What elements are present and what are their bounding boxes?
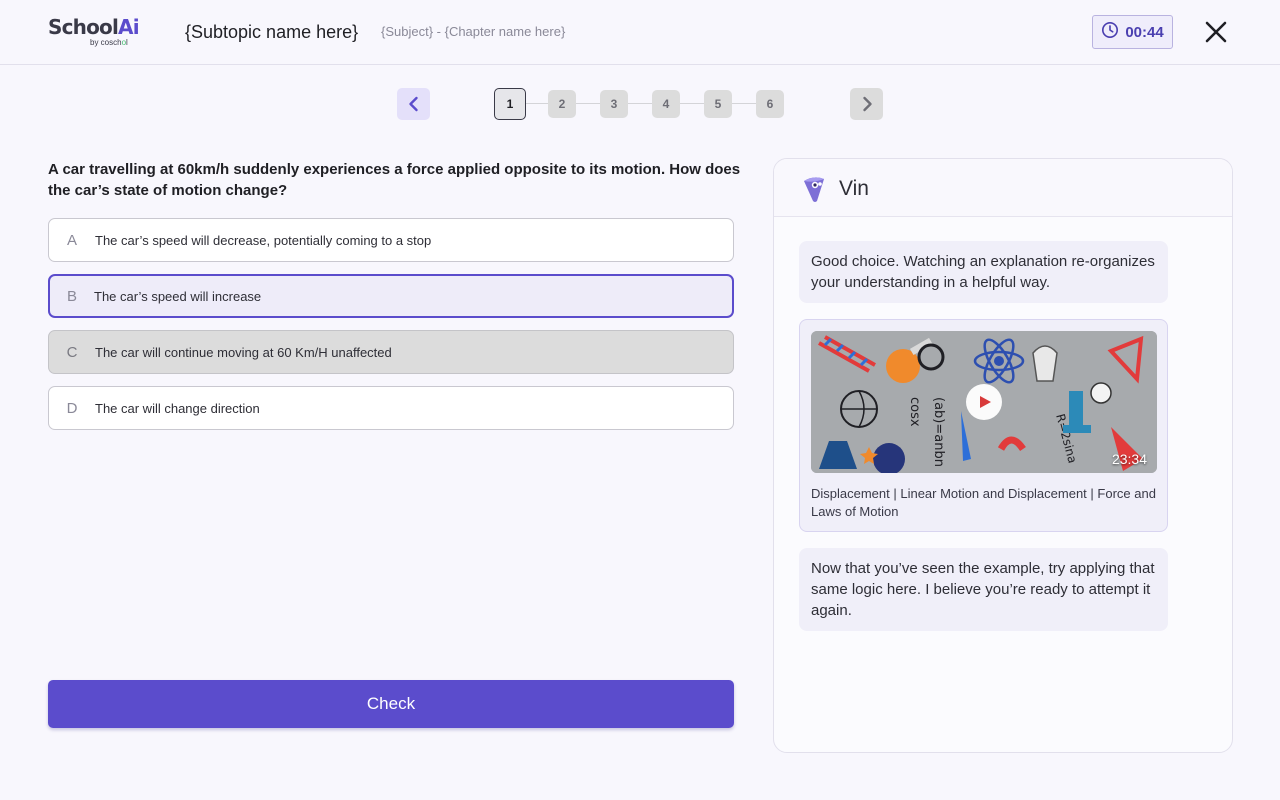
bot-name: Vin bbox=[839, 177, 869, 200]
video-title[interactable]: Displacement | Linear Motion and Displac… bbox=[811, 485, 1157, 521]
play-icon bbox=[980, 396, 991, 408]
chevron-left-icon bbox=[408, 96, 418, 112]
timer-badge: 00:44 bbox=[1092, 15, 1173, 49]
step-3-button[interactable]: 3 bbox=[600, 90, 628, 118]
bot-avatar-icon bbox=[804, 177, 824, 202]
timer-value: 00:44 bbox=[1125, 23, 1164, 41]
video-card[interactable]: cosx (ab)=anbn R=2sina 23:34 Displacemen… bbox=[799, 319, 1168, 532]
step-6-button[interactable]: 6 bbox=[756, 90, 784, 118]
step-2-button[interactable]: 2 bbox=[548, 90, 576, 118]
next-question-button[interactable] bbox=[850, 88, 883, 120]
option-letter: A bbox=[66, 231, 77, 249]
step-4-button[interactable]: 4 bbox=[652, 90, 680, 118]
chat-message: Good choice. Watching an explanation re-… bbox=[799, 241, 1168, 303]
option-a[interactable]: A The car’s speed will decrease, potenti… bbox=[48, 218, 734, 262]
option-d[interactable]: D The car will change direction bbox=[48, 386, 734, 430]
option-text: The car will continue moving at 60 Km/H … bbox=[95, 344, 392, 360]
chat-message: Now that you’ve seen the example, try ap… bbox=[799, 548, 1168, 631]
check-button[interactable]: Check bbox=[48, 680, 734, 728]
logo-wordmark: SchoolAi bbox=[48, 15, 140, 39]
option-text: The car will change direction bbox=[95, 400, 260, 416]
option-letter: C bbox=[66, 343, 78, 361]
svg-text:(ab)=anbn: (ab)=anbn bbox=[931, 397, 946, 467]
logo-byline: by coschol bbox=[90, 38, 128, 47]
previous-question-button[interactable] bbox=[397, 88, 430, 120]
page-title: {Subtopic name here} bbox=[185, 22, 359, 42]
step-1-button[interactable]: 1 bbox=[494, 88, 526, 120]
option-c[interactable]: C The car will continue moving at 60 Km/… bbox=[48, 330, 734, 374]
svg-text:cosx: cosx bbox=[907, 397, 922, 427]
option-letter: B bbox=[66, 287, 77, 305]
question-text: A car travelling at 60km/h suddenly expe… bbox=[48, 161, 741, 199]
video-thumbnail[interactable]: cosx (ab)=anbn R=2sina 23:34 bbox=[811, 331, 1157, 473]
option-text: The car’s speed will increase bbox=[94, 288, 262, 304]
chat-panel: Vin Good choice. Watching an explanation… bbox=[773, 158, 1233, 753]
option-letter: D bbox=[66, 399, 78, 417]
chevron-right-icon bbox=[862, 96, 872, 112]
close-icon bbox=[1205, 21, 1227, 43]
breadcrumb: {Subject} - {Chapter name here} bbox=[381, 24, 566, 39]
chat-header: Vin bbox=[774, 159, 1232, 217]
option-text: The car’s speed will decrease, potential… bbox=[95, 232, 432, 248]
option-b[interactable]: B The car’s speed will increase bbox=[48, 274, 734, 318]
close-button[interactable] bbox=[1203, 19, 1229, 45]
play-button[interactable] bbox=[966, 384, 1002, 420]
top-bar: SchoolAi by coschol {Subtopic name here}… bbox=[0, 0, 1280, 65]
video-duration: 23:34 bbox=[1111, 451, 1147, 467]
step-5-button[interactable]: 5 bbox=[704, 90, 732, 118]
clock-icon bbox=[1101, 21, 1119, 43]
schoolai-logo: SchoolAi by coschol bbox=[48, 16, 140, 50]
